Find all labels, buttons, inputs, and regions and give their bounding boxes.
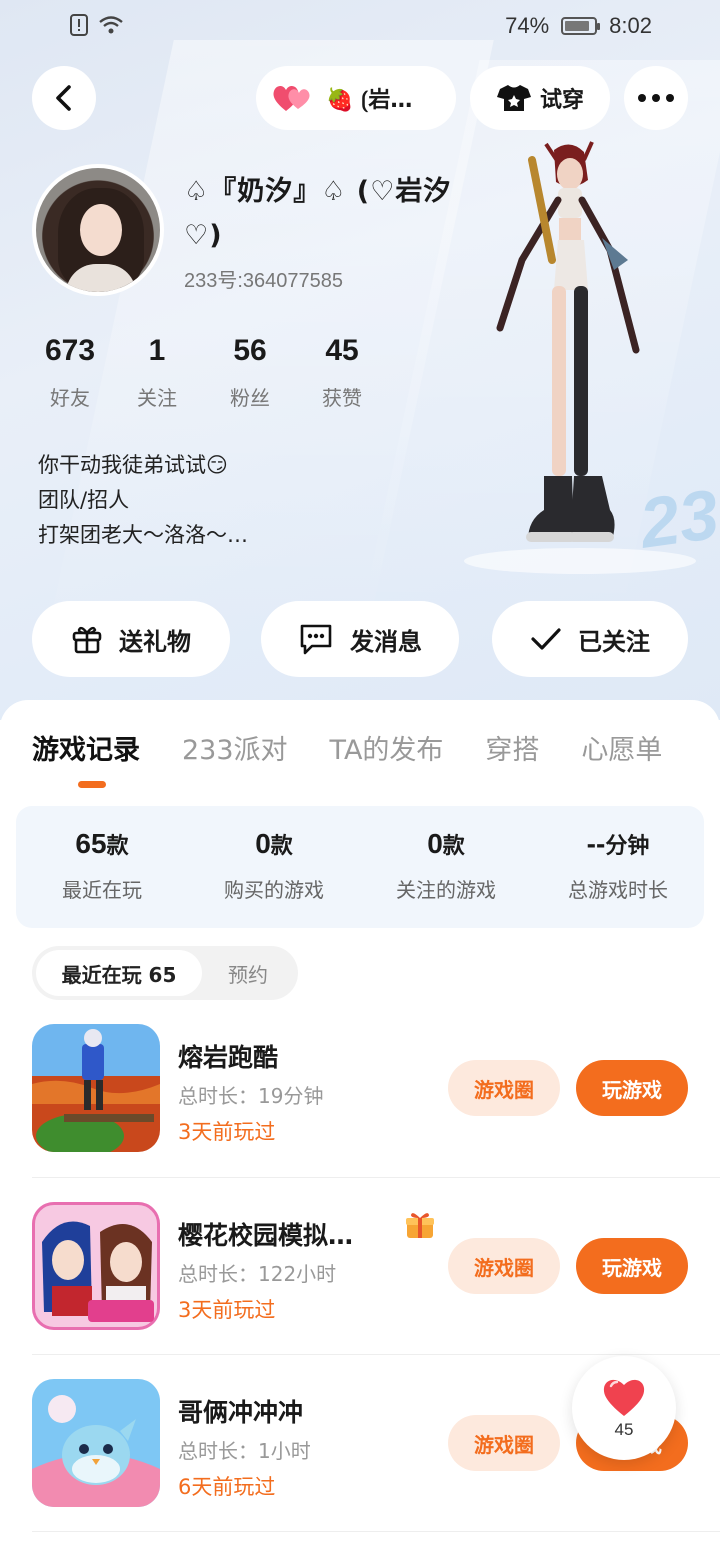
couple-badge-text: 🍓 ⟮岩… xyxy=(326,88,413,113)
clock: 8:02 xyxy=(609,13,652,38)
stat-label: 获赞 xyxy=(322,386,362,410)
like-count: 45 xyxy=(614,1420,634,1439)
tab-outfits[interactable]: 穿搭 xyxy=(485,728,539,767)
summary-unit: 款 xyxy=(442,834,465,859)
game-list-item[interactable]: 樱花校园模拟… 总时长：122小时 3天前玩过 游戏圈 玩游戏 xyxy=(0,1202,720,1378)
more-button[interactable] xyxy=(624,66,688,130)
stat-label: 好友 xyxy=(50,386,90,410)
send-message-button[interactable]: 发消息 xyxy=(261,601,459,677)
stats-row: 673 好友 1 关注 56 粉丝 45 获赞 xyxy=(32,334,390,411)
summary-unit: 款 xyxy=(270,834,293,859)
stat-label: 关注 xyxy=(137,386,177,410)
bio-line: 打架团老大～洛洛～… xyxy=(38,523,248,547)
avatar[interactable] xyxy=(32,164,164,296)
back-button[interactable] xyxy=(32,66,96,130)
tshirt-icon xyxy=(496,85,531,111)
game-playtime: 总时长：122小时 xyxy=(178,1262,337,1286)
profile-tabs: 游戏记录 233派对 TA的发布 穿搭 心愿单 xyxy=(32,728,662,767)
game-circle-button[interactable]: 游戏圈 xyxy=(448,1415,560,1471)
summary-value: 0 xyxy=(427,828,443,859)
summary-total-time[interactable]: --分钟 总游戏时长 xyxy=(532,806,704,928)
game-circle-button[interactable]: 游戏圈 xyxy=(448,1238,560,1294)
stat-following[interactable]: 1 关注 xyxy=(108,334,206,411)
summary-recent[interactable]: 65款 最近在玩 xyxy=(16,806,188,928)
stat-value: 56 xyxy=(233,334,267,367)
character-avatar-figure[interactable] xyxy=(492,140,652,560)
game-last-played: 6天前玩过 xyxy=(178,1475,276,1499)
summary-unit: 款 xyxy=(106,834,129,859)
chat-bubble-icon xyxy=(300,624,332,655)
game-subtabs: 最近在玩 65 预约 xyxy=(32,946,298,1000)
gift-badge-icon[interactable] xyxy=(404,1210,436,1240)
followed-label: 已关注 xyxy=(578,627,650,656)
stat-label: 粉丝 xyxy=(230,386,270,410)
game-name: 哥俩冲冲冲 xyxy=(178,1398,304,1427)
send-message-label: 发消息 xyxy=(350,627,422,656)
send-gift-button[interactable]: 送礼物 xyxy=(32,601,230,677)
game-playtime: 总时长：1小时 xyxy=(178,1439,311,1463)
summary-label: 最近在玩 xyxy=(62,878,142,902)
divider xyxy=(32,1354,720,1355)
heart-icon xyxy=(603,1379,645,1416)
back-arrow-icon xyxy=(56,85,71,111)
game-summary: 65款 最近在玩 0款 购买的游戏 0款 关注的游戏 --分钟 总游戏时长 xyxy=(16,806,704,928)
game-icon-brothers-rush[interactable] xyxy=(32,1379,160,1507)
summary-value: 65 xyxy=(75,828,107,859)
sim-alert-icon xyxy=(70,14,88,42)
like-button[interactable]: 45 xyxy=(572,1356,676,1460)
summary-value: -- xyxy=(586,828,606,859)
try-on-button[interactable]: 试穿 xyxy=(470,66,610,130)
game-name: 樱花校园模拟… xyxy=(178,1221,354,1250)
summary-followed-games[interactable]: 0款 关注的游戏 xyxy=(360,806,532,928)
summary-value: 0 xyxy=(255,828,271,859)
summary-purchased[interactable]: 0款 购买的游戏 xyxy=(188,806,360,928)
gift-icon xyxy=(72,626,102,654)
double-heart-icon xyxy=(273,85,310,111)
bio-line: 你干动我徒弟试试😏 xyxy=(38,453,228,477)
stat-fans[interactable]: 56 粉丝 xyxy=(206,334,294,411)
nickname: ♤『奶汐』♤ (♡岩汐♡) xyxy=(184,176,452,251)
stat-friends[interactable]: 673 好友 xyxy=(32,334,108,411)
divider xyxy=(32,1531,720,1532)
more-dots-icon xyxy=(638,94,674,102)
stat-value: 673 xyxy=(44,334,96,367)
subtab-reserve[interactable]: 预约 xyxy=(202,950,294,996)
game-icon-lava-parkour[interactable] xyxy=(32,1024,160,1152)
game-playtime: 总时长：19分钟 xyxy=(178,1084,324,1108)
stat-value: 1 xyxy=(148,334,166,367)
bio-line: 团队/招人 xyxy=(38,488,130,512)
try-on-label: 试穿 xyxy=(539,88,584,113)
tab-posts[interactable]: TA的发布 xyxy=(330,728,444,767)
game-icon-sakura-school[interactable] xyxy=(32,1202,160,1330)
couple-badge-pill[interactable]: 🍓 ⟮岩… xyxy=(256,66,456,130)
tab-game-records[interactable]: 游戏记录 xyxy=(32,728,140,767)
summary-label: 购买的游戏 xyxy=(224,878,324,902)
game-circle-button[interactable]: 游戏圈 xyxy=(448,1060,560,1116)
game-name: 熔岩跑酷 xyxy=(178,1043,279,1072)
stat-likes[interactable]: 45 获赞 xyxy=(294,334,390,411)
game-last-played: 3天前玩过 xyxy=(178,1298,276,1322)
summary-label: 关注的游戏 xyxy=(396,878,496,902)
followed-button[interactable]: 已关注 xyxy=(492,601,688,677)
tab-233-party[interactable]: 233派对 xyxy=(182,728,288,767)
battery-icon xyxy=(561,17,601,35)
subtab-recent[interactable]: 最近在玩 65 xyxy=(36,950,202,996)
summary-label: 总游戏时长 xyxy=(568,878,668,902)
divider xyxy=(32,1177,720,1178)
battery-percent: 74% xyxy=(505,13,550,38)
wifi-icon xyxy=(98,15,124,41)
user-id[interactable]: 233号:364077585 xyxy=(184,264,343,293)
game-list-item[interactable]: 熔岩跑酷 总时长：19分钟 3天前玩过 游戏圈 玩游戏 xyxy=(0,1024,720,1200)
game-last-played: 3天前玩过 xyxy=(178,1120,276,1144)
stat-value: 45 xyxy=(325,334,359,367)
tab-wishlist[interactable]: 心愿单 xyxy=(581,728,662,767)
status-bar: 74% 8:02 xyxy=(0,0,720,56)
bio: 你干动我徒弟试试😏 团队/招人 打架团老大～洛洛～… xyxy=(38,448,248,553)
check-icon xyxy=(531,628,561,650)
send-gift-label: 送礼物 xyxy=(119,627,191,656)
play-game-button[interactable]: 玩游戏 xyxy=(576,1238,688,1294)
summary-unit: 分钟 xyxy=(605,834,650,859)
play-game-button[interactable]: 玩游戏 xyxy=(576,1060,688,1116)
active-tab-indicator xyxy=(78,781,106,788)
